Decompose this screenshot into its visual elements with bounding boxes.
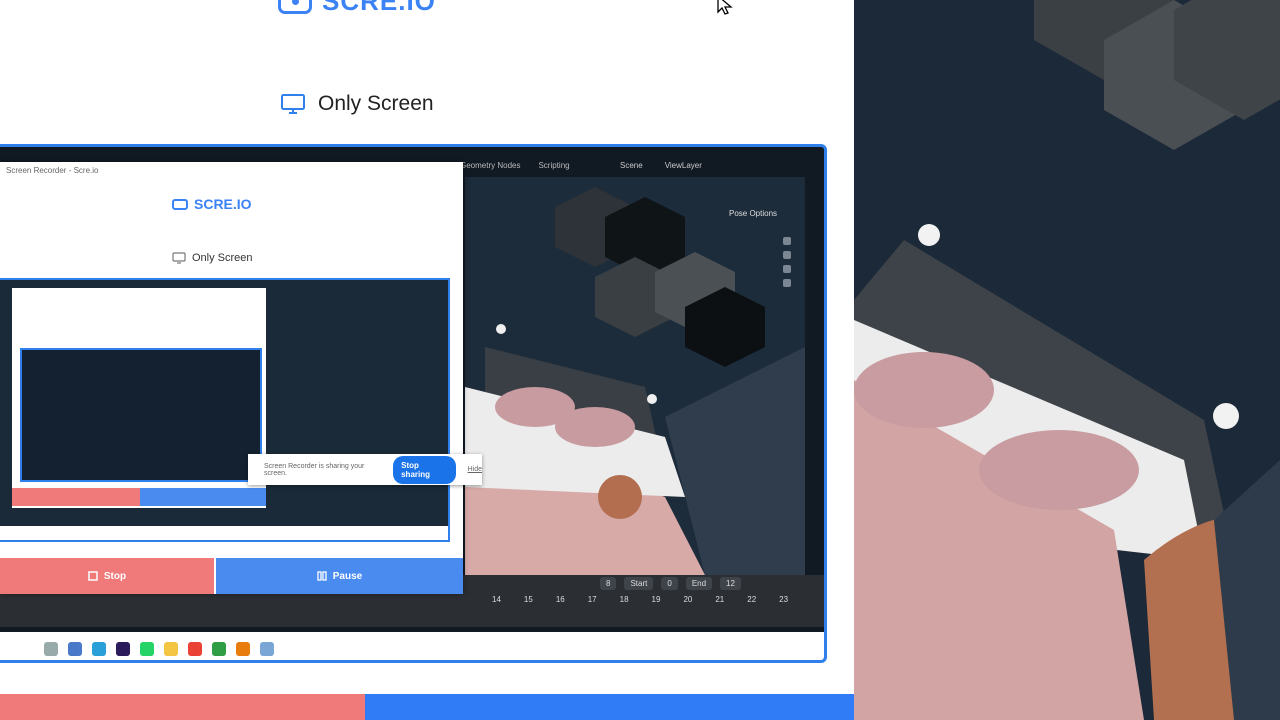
side-blender-view bbox=[854, 0, 1280, 720]
frame-number: 23 bbox=[779, 595, 789, 604]
frame-number: 17 bbox=[587, 595, 597, 604]
nested-brand: SCRE.IO bbox=[172, 196, 252, 212]
hand-icon[interactable] bbox=[783, 251, 791, 259]
grid-icon[interactable] bbox=[783, 279, 791, 287]
stop-icon bbox=[88, 571, 98, 581]
frame-number: 20 bbox=[683, 595, 693, 604]
blender-header-right: Scene ViewLayer bbox=[620, 161, 702, 170]
viewport-toolbar bbox=[783, 237, 797, 287]
nested-window-title: Screen Recorder - Scre.io bbox=[6, 166, 99, 175]
frame-number: 19 bbox=[651, 595, 661, 604]
pause-button[interactable] bbox=[365, 694, 854, 720]
bedroom-scene bbox=[465, 177, 805, 575]
monitor-icon bbox=[281, 94, 305, 114]
pose-options[interactable]: Pose Options bbox=[729, 209, 777, 218]
app-icon[interactable] bbox=[140, 642, 154, 656]
capture-mode-label: Only Screen bbox=[318, 92, 434, 115]
app-icon[interactable] bbox=[44, 642, 58, 656]
nested-recorder-window: Screen Recorder - Scre.io SCRE.IO Only S… bbox=[0, 162, 463, 594]
nested-mode-label: Only Screen bbox=[192, 252, 253, 264]
nested-stop-button[interactable]: Stop bbox=[0, 558, 214, 594]
monitor-icon bbox=[172, 252, 186, 264]
tab-geometry-nodes[interactable]: Geometry Nodes bbox=[460, 161, 520, 170]
timeline-controls: 8 Start 0 End 12 bbox=[600, 577, 741, 590]
end-value[interactable]: 12 bbox=[720, 577, 741, 590]
brand-name: SCRE.IO bbox=[322, 0, 436, 16]
nested-stop-label: Stop bbox=[103, 570, 127, 582]
app-icon[interactable] bbox=[260, 642, 274, 656]
blender-workspace-tabs: Geometry Nodes Scripting bbox=[460, 161, 570, 170]
nested-brand-name: SCRE.IO bbox=[194, 196, 252, 212]
screen-record-icon bbox=[278, 0, 312, 14]
frame-number: 15 bbox=[523, 595, 533, 604]
sharing-text: Screen Recorder is sharing your screen. bbox=[264, 462, 365, 477]
frame-number: 16 bbox=[555, 595, 565, 604]
frame-number: 14 bbox=[492, 595, 501, 604]
brand-logo: SCRE.IO bbox=[278, 0, 436, 17]
capture-mode[interactable]: Only Screen bbox=[280, 92, 434, 116]
camera-icon[interactable] bbox=[783, 265, 791, 273]
windows-taskbar bbox=[0, 632, 824, 660]
start-value[interactable]: 0 bbox=[661, 577, 678, 590]
stop-sharing-button[interactable]: Stop sharing bbox=[393, 455, 456, 484]
stop-button[interactable] bbox=[0, 694, 365, 720]
frame-number: 21 bbox=[715, 595, 725, 604]
nested-pause-label: Pause bbox=[332, 570, 363, 582]
app-icon[interactable] bbox=[68, 642, 82, 656]
current-frame[interactable]: 8 bbox=[600, 577, 617, 590]
mouse-cursor-icon bbox=[717, 0, 733, 15]
frame-number: 18 bbox=[619, 595, 629, 604]
frame-number: 22 bbox=[747, 595, 757, 604]
pause-icon bbox=[317, 571, 327, 581]
blender-icon[interactable] bbox=[236, 642, 250, 656]
screen-record-icon bbox=[172, 198, 188, 210]
recorder-page: SCRE.IO Only Screen Geometry Nodes Scrip… bbox=[0, 0, 854, 720]
end-label: End bbox=[685, 577, 713, 590]
start-label: Start bbox=[624, 577, 654, 590]
nested-screen-preview bbox=[0, 278, 450, 542]
view-layer-selector[interactable]: ViewLayer bbox=[665, 161, 702, 170]
chrome-icon[interactable] bbox=[188, 642, 202, 656]
hide-link[interactable]: Hide bbox=[468, 466, 482, 473]
blender-3d-viewport[interactable]: Pose Options bbox=[465, 177, 805, 575]
bedroom-closeup bbox=[854, 0, 1280, 720]
folder-icon[interactable] bbox=[164, 642, 178, 656]
frame-numbers: 14 15 16 17 18 19 20 21 22 23 bbox=[492, 595, 788, 604]
tab-scripting[interactable]: Scripting bbox=[538, 161, 569, 170]
screen-sharing-bar: Screen Recorder is sharing your screen. … bbox=[248, 454, 482, 485]
nested-capture-mode[interactable]: Only Screen bbox=[172, 252, 253, 264]
app-icon[interactable] bbox=[116, 642, 130, 656]
zoom-icon[interactable] bbox=[783, 237, 791, 245]
app-icon[interactable] bbox=[92, 642, 106, 656]
scene-selector[interactable]: Scene bbox=[620, 161, 643, 170]
app-icon[interactable] bbox=[212, 642, 226, 656]
nested-pause-button[interactable]: Pause bbox=[216, 558, 463, 594]
